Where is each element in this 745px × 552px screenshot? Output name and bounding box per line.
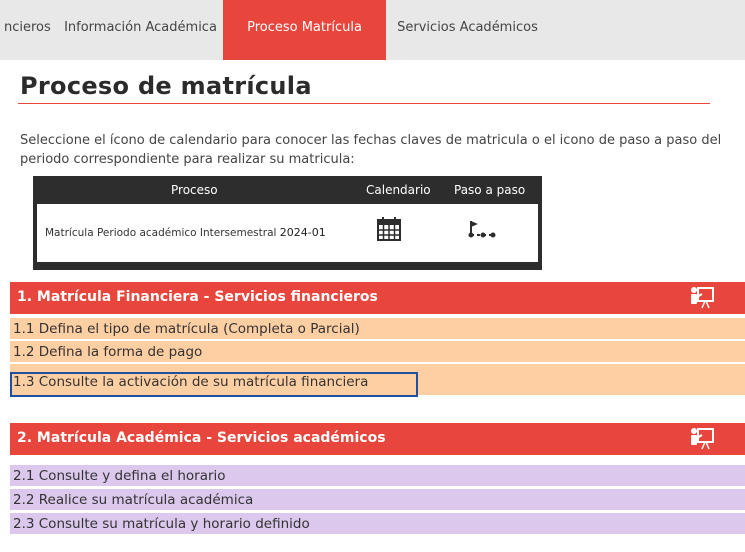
- list-item[interactable]: 2.2 Realice su matrícula académica: [10, 489, 745, 511]
- process-name: Matrícula Periodo académico Intersemestr…: [45, 226, 326, 239]
- list-item[interactable]: 1.1 Defina el tipo de matrícula (Complet…: [10, 318, 745, 340]
- tab-servicios-financieros[interactable]: ncieros: [0, 0, 56, 56]
- table-header: Proceso Calendario Paso a paso: [33, 176, 542, 204]
- item-label: 2.1 Consulte y defina el horario: [13, 468, 226, 484]
- tab-label: Información Académica: [64, 20, 217, 35]
- item-label: 1.2 Defina la forma de pago: [13, 344, 203, 360]
- header-proceso: Proceso: [171, 183, 218, 197]
- tab-label: Proceso Matrícula: [247, 20, 362, 35]
- header-paso-a-paso: Paso a paso: [454, 183, 526, 197]
- header-calendario: Calendario: [366, 183, 431, 197]
- section-title: 2. Matrícula Académica - Servicios acadé…: [17, 430, 386, 446]
- intro-text: Seleccione el ícono de calendario para c…: [20, 133, 722, 167]
- list-item[interactable]: 1.2 Defina la forma de pago: [10, 341, 745, 363]
- top-tab-bar: ncieros Información Académica Proceso Ma…: [0, 0, 745, 60]
- selection-highlight: [10, 372, 418, 397]
- section-header-financiera: 1. Matrícula Financiera - Servicios fina…: [10, 282, 745, 314]
- calendar-icon[interactable]: [377, 217, 401, 241]
- table-row: Matrícula Periodo académico Intersemestr…: [37, 204, 538, 262]
- item-label: 2.2 Realice su matrícula académica: [13, 492, 254, 508]
- page-title: Proceso de matrícula: [20, 72, 312, 100]
- tab-label: ncieros: [4, 20, 51, 35]
- process-period: 2024-01: [279, 226, 326, 239]
- presentation-icon[interactable]: [689, 286, 715, 310]
- tab-informacion-academica[interactable]: Información Académica: [58, 0, 223, 56]
- tab-proceso-matricula[interactable]: Proceso Matrícula: [223, 0, 386, 60]
- steps-icon[interactable]: [467, 219, 497, 239]
- item-label: 2.3 Consulte su matrícula y horario defi…: [13, 516, 310, 532]
- list-item[interactable]: 2.1 Consulte y defina el horario: [10, 465, 745, 487]
- tab-servicios-academicos[interactable]: Servicios Académicos: [386, 0, 549, 56]
- section-title: 1. Matrícula Financiera - Servicios fina…: [17, 289, 378, 305]
- process-table: Proceso Calendario Paso a paso Matrícula…: [33, 176, 542, 270]
- presentation-icon[interactable]: [689, 427, 715, 451]
- title-divider: [18, 103, 710, 104]
- item-label: 1.1 Defina el tipo de matrícula (Complet…: [13, 321, 360, 337]
- tab-label: Servicios Académicos: [397, 20, 538, 35]
- list-item[interactable]: 2.3 Consulte su matrícula y horario defi…: [10, 513, 745, 535]
- section-header-academica: 2. Matrícula Académica - Servicios acadé…: [10, 423, 745, 455]
- process-label: Matrícula Periodo académico Intersemestr…: [45, 227, 277, 239]
